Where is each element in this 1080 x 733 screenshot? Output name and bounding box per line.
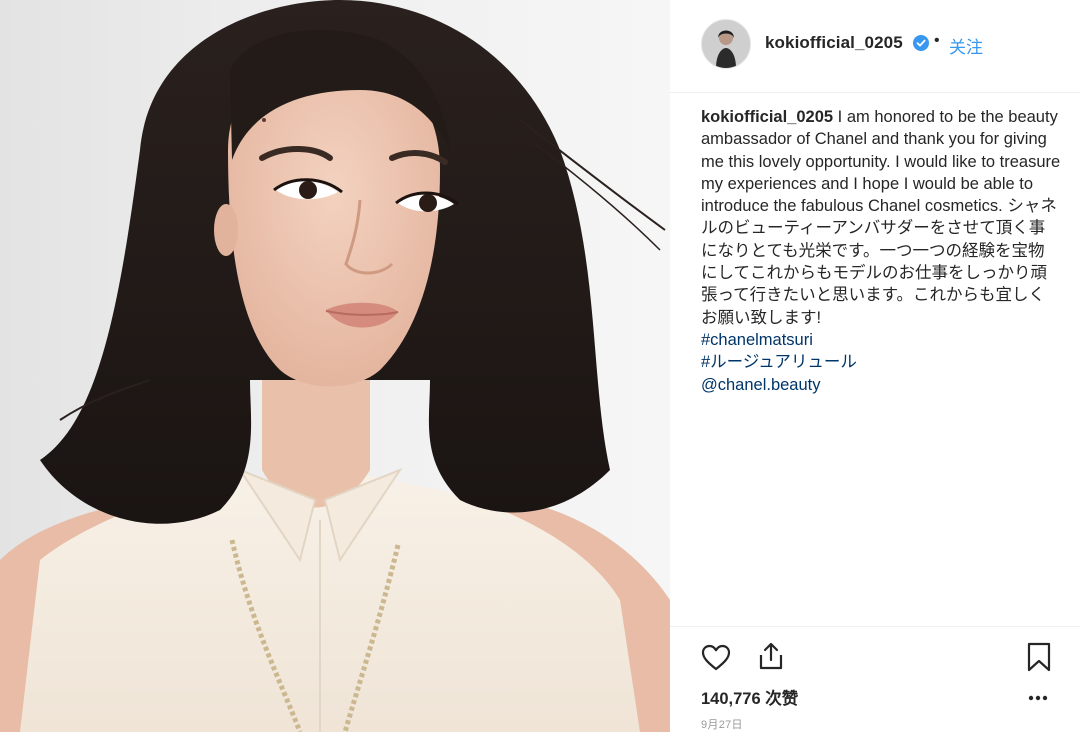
like-count[interactable]: 140,776 次赞	[701, 685, 798, 709]
verified-badge-icon	[913, 35, 929, 51]
post-date: 9月27日	[701, 719, 743, 731]
more-icon[interactable]	[1028, 694, 1048, 702]
bookmark-icon[interactable]	[1024, 642, 1054, 672]
hashtag-link[interactable]: #ルージュアリュール	[701, 351, 1061, 373]
post-caption: kokiofficial_0205 I am honored to be the…	[701, 106, 1061, 396]
separator-dot: •	[934, 32, 940, 49]
caption-username[interactable]: kokiofficial_0205	[701, 108, 833, 126]
header-username[interactable]: kokiofficial_0205	[765, 33, 903, 53]
caption-text: I am honored to be the beauty ambassador…	[701, 108, 1061, 327]
avatar-image	[702, 20, 750, 68]
post-header: kokiofficial_0205 • 关注	[670, 0, 1080, 93]
follow-button[interactable]: 关注	[949, 33, 983, 58]
mention-link[interactable]: @chanel.beauty	[701, 374, 1061, 396]
portrait-illustration	[0, 0, 670, 732]
profile-avatar[interactable]	[701, 19, 751, 69]
heart-icon[interactable]	[701, 643, 731, 673]
instagram-post: kokiofficial_0205 • 关注 kokiofficial_0205…	[0, 0, 1080, 732]
post-photo[interactable]	[0, 0, 670, 732]
post-actions: 140,776 次赞 9月27日	[670, 626, 1080, 733]
post-details-panel: kokiofficial_0205 • 关注 kokiofficial_0205…	[670, 0, 1080, 732]
share-icon[interactable]	[756, 641, 786, 671]
hashtag-link[interactable]: #chanelmatsuri	[701, 329, 1061, 351]
